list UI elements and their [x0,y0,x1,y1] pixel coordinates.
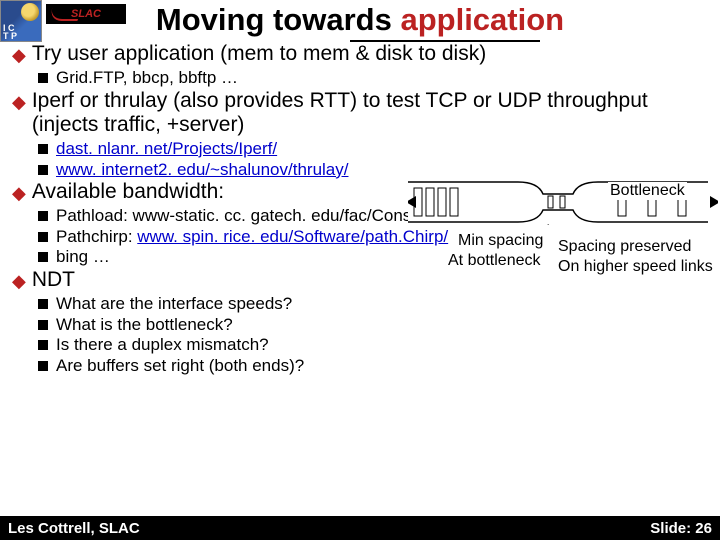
subbullet-interface-speeds: What are the interface speeds? [38,294,720,314]
label-min-spacing: Min spacing [458,232,543,250]
bullet-text: bing … [56,247,110,267]
bullet-text: What is the bottleneck? [56,315,233,335]
diamond-bullet-icon: ◆ [12,92,26,113]
footer-slide-number: Slide: 26 [650,520,712,537]
diamond-bullet-icon: ◆ [12,45,26,66]
square-bullet-icon [38,144,48,154]
square-bullet-icon [38,340,48,350]
slide: I CT P SLAC Moving towards application ◆… [0,0,720,540]
title-part1: Moving towards [156,2,392,37]
bullet-iperf: ◆ Iperf or thrulay (also provides RTT) t… [12,89,720,137]
title-part2: application [400,2,564,37]
iperf-link[interactable]: dast. nlanr. net/Projects/Iperf/ [56,139,277,158]
square-bullet-icon [38,320,48,330]
pathchirp-link[interactable]: www. spin. rice. edu/Software/path.Chirp… [137,227,448,246]
bullet-text: Is there a duplex mismatch? [56,335,269,355]
square-bullet-icon [38,232,48,242]
label-spacing-preserved: Spacing preserved [558,238,691,256]
bullet-text: What are the interface speeds? [56,294,292,314]
subbullet-buffers: Are buffers set right (both ends)? [38,356,720,376]
bullet-text: Pathchirp: www. spin. rice. edu/Software… [56,227,448,247]
subbullet-duplex: Is there a duplex mismatch? [38,335,720,355]
slide-title: Moving towards application [0,2,720,38]
diamond-bullet-icon: ◆ [12,271,26,292]
subbullet-gridftp: Grid.FTP, bbcp, bbftp … [38,68,720,88]
footer-author: Les Cottrell, SLAC [8,520,140,537]
square-bullet-icon [38,252,48,262]
square-bullet-icon [38,165,48,175]
bullet-text: Are buffers set right (both ends)? [56,356,304,376]
bullet-text: Try user application (mem to mem & disk … [32,42,486,66]
thrulay-link[interactable]: www. internet2. edu/~shalunov/thrulay/ [56,160,348,179]
slide-footer: Les Cottrell, SLAC Slide: 26 [0,516,720,540]
square-bullet-icon [38,361,48,371]
bullet-text: Iperf or thrulay (also provides RTT) to … [32,89,720,137]
square-bullet-icon [38,211,48,221]
square-bullet-icon [38,73,48,83]
label-at-bottleneck: At bottleneck [448,252,541,270]
bullet-text: Available bandwidth: [32,180,224,204]
diamond-bullet-icon: ◆ [12,183,26,204]
square-bullet-icon [38,299,48,309]
label-on-higher: On higher speed links [558,258,713,276]
bullet-text: Grid.FTP, bbcp, bbftp … [56,68,238,88]
subbullet-what-bottleneck: What is the bottleneck? [38,315,720,335]
subbullet-iperf-link: dast. nlanr. net/Projects/Iperf/ [38,139,720,159]
pathchirp-prefix: Pathchirp: [56,227,137,246]
bottleneck-diagram: Bottleneck Min spacing At bottleneck Spa… [408,172,720,292]
label-bottleneck: Bottleneck [608,182,687,200]
bullet-text: NDT [32,268,75,292]
bullet-try-user-app: ◆ Try user application (mem to mem & dis… [12,42,720,66]
